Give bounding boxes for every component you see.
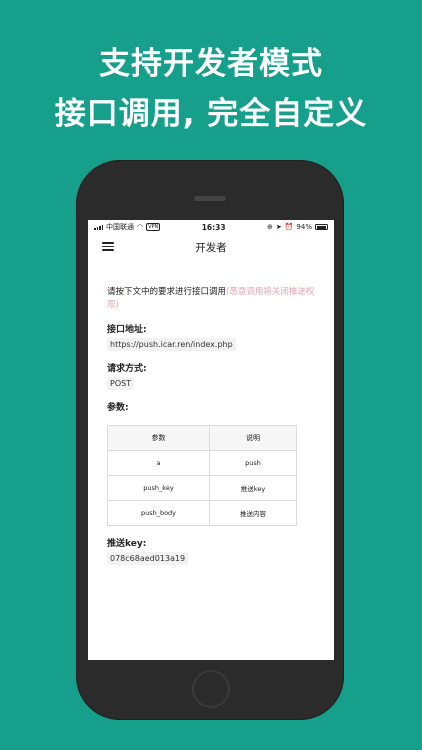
table-cell-param: push_key [107, 475, 210, 501]
signal-icon [94, 224, 103, 230]
rotation-lock-icon: ⊕ [266, 223, 273, 231]
intro-text: 请按下文中的要求进行接口调用(恶意调用将关闭推送权限) [107, 286, 322, 312]
status-time: 16:33 [201, 222, 226, 232]
nav-bar: 开发者 [88, 234, 334, 260]
table-header-row: 参数 说明 [107, 425, 297, 451]
developer-content: 请按下文中的要求进行接口调用(恶意调用将关闭推送权限) 接口地址: https:… [88, 260, 334, 565]
battery-icon [314, 224, 328, 230]
vpn-badge: VPN [146, 223, 161, 231]
table-row: a push [107, 450, 297, 476]
phone-screen: 中国联通 ◠ VPN 16:33 ⊕ ➤ ⏰ 94% 开发者 请按下文中的要求进… [88, 220, 334, 660]
table-cell-desc: 推送key [209, 475, 297, 501]
promo-headline-line1: 支持开发者模式 [99, 46, 323, 82]
phone-speaker [194, 196, 226, 201]
endpoint-label: 接口地址: [107, 325, 147, 335]
home-button [192, 670, 230, 708]
promo-headline-line2: 接口调用, 完全自定义 [54, 96, 368, 132]
table-row: push_key 推送key [107, 475, 297, 501]
table-cell-param: a [107, 450, 210, 476]
method-label: 请求方式: [107, 364, 147, 374]
status-bar: 中国联通 ◠ VPN 16:33 ⊕ ➤ ⏰ 94% [88, 220, 334, 234]
method-value: POST [107, 377, 135, 390]
params-label: 参数: [107, 403, 129, 413]
params-table: 参数 说明 a push push_key 推送key push_body 推送… [107, 425, 297, 526]
intro-instruction: 请按下文中的要求进行接口调用 [107, 287, 227, 297]
table-cell-desc: push [209, 450, 297, 476]
table-header-param: 参数 [107, 425, 210, 451]
table-row: push_body 推送内容 [107, 500, 297, 526]
endpoint-url: https://push.icar.ren/index.php [107, 338, 236, 351]
table-header-desc: 说明 [209, 425, 297, 451]
push-key-value[interactable]: 078c68aed013a19 [107, 552, 189, 565]
phone-frame: 中国联通 ◠ VPN 16:33 ⊕ ➤ ⏰ 94% 开发者 请按下文中的要求进… [76, 160, 344, 720]
table-cell-param: push_body [107, 500, 210, 526]
wifi-icon: ◠ [137, 223, 144, 231]
table-cell-desc: 推送内容 [209, 500, 297, 526]
alarm-icon: ⏰ [284, 223, 294, 231]
carrier-name: 中国联通 [106, 223, 134, 231]
hamburger-menu-icon[interactable] [102, 242, 114, 251]
battery-percent: 94% [296, 223, 312, 231]
page-title: 开发者 [195, 241, 227, 254]
push-key-label: 推送key: [107, 539, 147, 549]
location-icon: ➤ [275, 223, 282, 231]
